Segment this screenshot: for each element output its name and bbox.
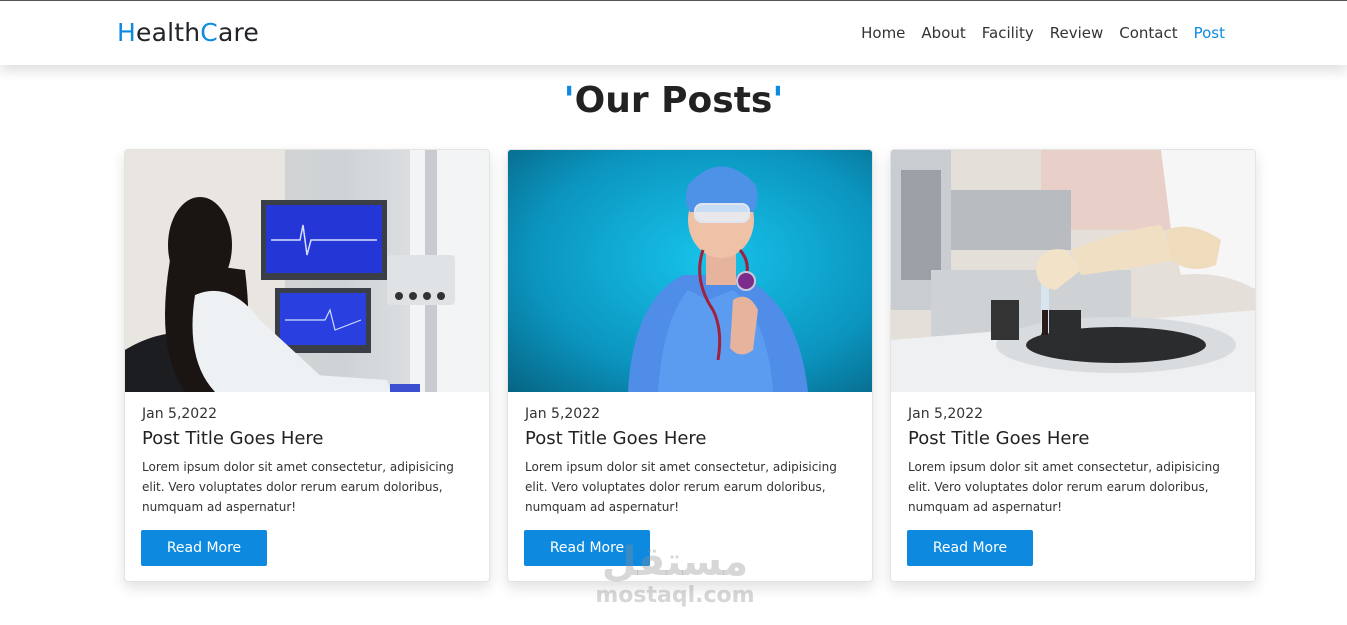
nav-link-home[interactable]: Home	[861, 24, 905, 42]
nav-link-post[interactable]: Post	[1194, 24, 1225, 42]
post-date: Jan 5,2022	[908, 406, 984, 422]
post-title[interactable]: Post Title Goes Here	[908, 428, 1238, 449]
post-image-doctor	[125, 150, 489, 392]
post-excerpt: Lorem ipsum dolor sit amet consectetur, …	[525, 460, 837, 514]
title-quote-open: '	[563, 80, 575, 121]
nav-link-contact[interactable]: Contact	[1119, 24, 1177, 42]
nav-link-about[interactable]: About	[921, 24, 965, 42]
post-card: Jan 5,2022 Post Title Goes Here Lorem ip…	[507, 149, 873, 582]
post-excerpt: Lorem ipsum dolor sit amet consectetur, …	[142, 460, 454, 514]
post-date: Jan 5,2022	[142, 406, 218, 422]
brand-part-ealth: ealth	[136, 18, 201, 47]
post-image-lab	[891, 150, 1255, 392]
nav-link-review[interactable]: Review	[1050, 24, 1104, 42]
read-more-button[interactable]: Read More	[141, 530, 267, 566]
watermark: مستقل mostaql.com	[590, 540, 760, 608]
post-date: Jan 5,2022	[525, 406, 601, 422]
title-text: Our Posts	[574, 80, 773, 121]
read-more-button[interactable]: Read More	[907, 530, 1033, 566]
post-image-nurse	[508, 150, 872, 392]
brand-letter-h: H	[117, 18, 136, 47]
brand-letter-c: C	[200, 18, 218, 47]
nav-link-facility[interactable]: Facility	[982, 24, 1034, 42]
watermark-latin: mostaql.com	[595, 583, 755, 608]
post-excerpt: Lorem ipsum dolor sit amet consectetur, …	[908, 460, 1220, 514]
watermark-arabic: مستقل	[601, 539, 749, 585]
post-card: Jan 5,2022 Post Title Goes Here Lorem ip…	[124, 149, 490, 582]
nav-menu: Home About Facility Review Contact Post	[845, 24, 1225, 42]
navbar: HealthCare Home About Facility Review Co…	[0, 1, 1347, 65]
post-title[interactable]: Post Title Goes Here	[525, 428, 855, 449]
title-quote-close: '	[772, 80, 784, 121]
brand-logo[interactable]: HealthCare	[117, 18, 259, 47]
post-title[interactable]: Post Title Goes Here	[142, 428, 472, 449]
post-card: Jan 5,2022 Post Title Goes Here Lorem ip…	[890, 149, 1256, 582]
section-title: 'Our Posts'	[0, 80, 1347, 121]
brand-part-are: are	[217, 18, 259, 47]
